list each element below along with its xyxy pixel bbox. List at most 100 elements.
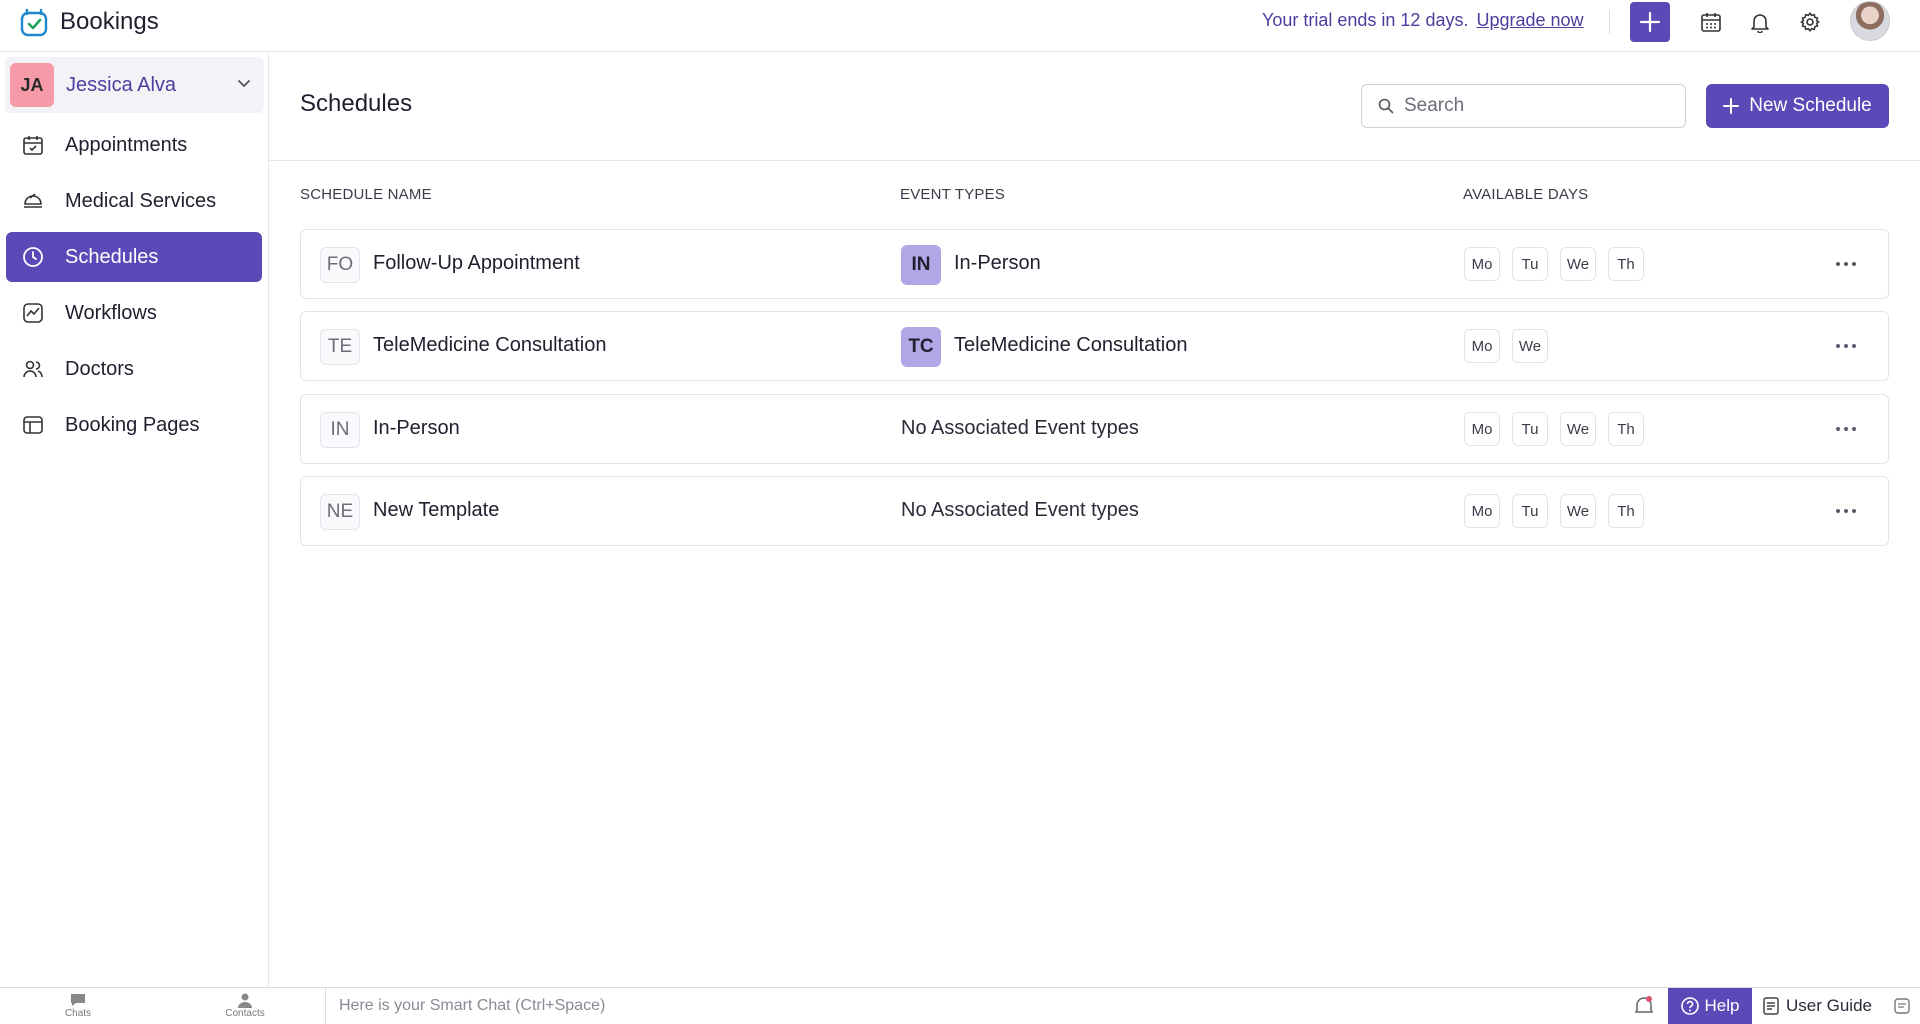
- user-guide-label: User Guide: [1786, 996, 1872, 1015]
- profile-avatar[interactable]: [1850, 1, 1890, 41]
- trial-text: Your trial ends in 12 days.: [1262, 10, 1469, 30]
- bookings-logo-icon: [20, 8, 48, 37]
- contacts-label: Contacts: [225, 1008, 265, 1019]
- more-options-icon[interactable]: [1831, 417, 1861, 441]
- bottom-bar: Chats Contacts Here is your Smart Chat (…: [0, 987, 1920, 1024]
- sidebar-item-label: Medical Services: [65, 189, 217, 212]
- sidebar-item-appointments[interactable]: Appointments: [6, 120, 262, 170]
- header-divider: [269, 160, 1920, 161]
- day-chip: Tu: [1512, 247, 1548, 281]
- day-chip: Th: [1608, 412, 1644, 446]
- day-chip: Mo: [1464, 247, 1500, 281]
- day-chip: We: [1512, 329, 1548, 363]
- upgrade-link[interactable]: Upgrade now: [1476, 10, 1583, 30]
- sidebar-item-booking-pages[interactable]: Booking Pages: [6, 400, 262, 450]
- help-button[interactable]: Help: [1668, 988, 1752, 1024]
- sidebar: JA Jessica Alva Appointments Medical Ser…: [0, 52, 269, 987]
- help-label: Help: [1704, 996, 1740, 1015]
- more-options-icon[interactable]: [1831, 334, 1861, 358]
- schedule-name[interactable]: TeleMedicine Consultation: [373, 334, 606, 357]
- smart-chat-input[interactable]: Here is your Smart Chat (Ctrl+Space): [325, 988, 1625, 1024]
- column-header-event-types[interactable]: EVENT TYPES: [900, 186, 1005, 203]
- day-chip: Th: [1608, 494, 1644, 528]
- main-content: Schedules New Schedule SCHEDULE NAME EVE…: [269, 52, 1920, 987]
- trial-notice: Your trial ends in 12 days. Upgrade now: [1262, 10, 1584, 31]
- gear-icon: [1800, 12, 1820, 32]
- schedule-name[interactable]: Follow-Up Appointment: [373, 252, 580, 275]
- available-days: Mo Tu We Th: [1464, 247, 1644, 281]
- available-days: Mo We: [1464, 329, 1548, 363]
- schedule-initials: FO: [320, 247, 360, 283]
- schedule-row[interactable]: TE TeleMedicine Consultation TC TeleMedi…: [300, 311, 1889, 381]
- sidebar-item-label: Booking Pages: [65, 413, 200, 436]
- available-days: Mo Tu We Th: [1464, 494, 1644, 528]
- schedule-row[interactable]: NE New Template No Associated Event type…: [300, 476, 1889, 546]
- chat-bubble-icon: [71, 994, 85, 1006]
- user-name: Jessica Alva: [66, 73, 177, 96]
- new-schedule-button[interactable]: New Schedule: [1706, 84, 1889, 128]
- more-options-icon[interactable]: [1831, 499, 1861, 523]
- calendar-check-icon: [21, 133, 45, 157]
- page-title: Schedules: [300, 90, 413, 117]
- day-chip: Mo: [1464, 412, 1500, 446]
- day-chip: Tu: [1512, 412, 1548, 446]
- day-chip: We: [1560, 247, 1596, 281]
- question-icon: [1680, 997, 1699, 1015]
- calendar-button[interactable]: [1699, 10, 1723, 34]
- day-chip: We: [1560, 494, 1596, 528]
- schedule-row[interactable]: IN In-Person No Associated Event types M…: [300, 394, 1889, 464]
- chats-button[interactable]: Chats: [48, 992, 108, 1019]
- chevron-down-icon: [238, 80, 250, 87]
- day-chip: Mo: [1464, 329, 1500, 363]
- event-type-name: In-Person: [954, 252, 1041, 274]
- event-type-badge: TC: [901, 327, 941, 367]
- day-chip: Tu: [1512, 494, 1548, 528]
- schedule-name[interactable]: New Template: [373, 499, 499, 522]
- user-guide-button[interactable]: User Guide: [1762, 988, 1872, 1024]
- event-type-name: TeleMedicine Consultation: [954, 334, 1188, 356]
- notifications-button[interactable]: [1748, 10, 1772, 34]
- notification-megaphone-icon[interactable]: [1632, 994, 1656, 1018]
- search-box[interactable]: [1361, 84, 1686, 128]
- user-switcher[interactable]: JA Jessica Alva: [5, 57, 264, 113]
- calendar-icon: [1701, 13, 1721, 32]
- search-input[interactable]: [1404, 95, 1674, 117]
- day-chip: We: [1560, 412, 1596, 446]
- schedule-name[interactable]: In-Person: [373, 417, 460, 440]
- day-chip: Th: [1608, 247, 1644, 281]
- event-type-badge: IN: [901, 245, 941, 285]
- schedule-row[interactable]: FO Follow-Up Appointment IN In-Person Mo…: [300, 229, 1889, 299]
- sidebar-item-workflows[interactable]: Workflows: [6, 288, 262, 338]
- quick-add-button[interactable]: [1630, 2, 1670, 42]
- sidebar-item-medical-services[interactable]: Medical Services: [6, 176, 262, 226]
- column-header-schedule-name[interactable]: SCHEDULE NAME: [300, 186, 432, 203]
- sidebar-item-doctors[interactable]: Doctors: [6, 344, 262, 394]
- no-event-types-text: No Associated Event types: [901, 417, 1139, 439]
- bell-icon: [1751, 14, 1769, 33]
- schedule-initials: TE: [320, 329, 360, 365]
- document-icon: [1763, 997, 1779, 1015]
- sidebar-nav: Appointments Medical Services Schedules …: [6, 120, 262, 456]
- workflow-icon: [21, 301, 45, 325]
- users-icon: [21, 357, 45, 381]
- settings-button[interactable]: [1798, 10, 1822, 34]
- contacts-button[interactable]: Contacts: [215, 992, 275, 1019]
- sidebar-item-label: Appointments: [65, 133, 188, 156]
- new-schedule-label: New Schedule: [1749, 95, 1872, 116]
- contact-icon: [238, 993, 252, 1008]
- schedule-initials: IN: [320, 412, 360, 448]
- schedule-initials: NE: [320, 494, 360, 530]
- plus-icon: [1639, 11, 1661, 33]
- more-options-icon[interactable]: [1831, 252, 1861, 276]
- sidebar-item-label: Schedules: [65, 245, 159, 268]
- sidebar-item-schedules[interactable]: Schedules: [6, 232, 262, 282]
- brand[interactable]: Bookings: [18, 6, 159, 38]
- column-header-available-days[interactable]: AVAILABLE DAYS: [1463, 186, 1588, 203]
- booking-page-icon: [21, 413, 45, 437]
- feedback-icon[interactable]: [1893, 997, 1911, 1015]
- app-name: Bookings: [60, 8, 159, 35]
- no-event-types-text: No Associated Event types: [901, 499, 1139, 521]
- top-bar: Bookings Your trial ends in 12 days. Upgr…: [0, 0, 1920, 52]
- header-divider: [1609, 10, 1610, 34]
- user-initials-avatar: JA: [10, 63, 54, 107]
